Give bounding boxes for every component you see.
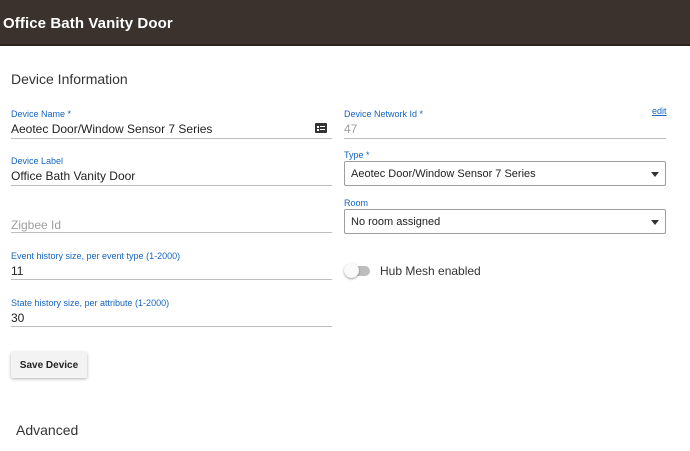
edit-link[interactable]: edit xyxy=(652,106,667,116)
event-history-label: Event history size, per event type (1-20… xyxy=(11,251,181,261)
device-name-input[interactable]: Aeotec Door/Window Sensor 7 Series xyxy=(11,122,212,136)
type-selected-value: Aeotec Door/Window Sensor 7 Series xyxy=(351,168,536,180)
hub-mesh-toggle[interactable] xyxy=(344,263,370,278)
save-device-button[interactable]: Save Device xyxy=(11,352,87,378)
device-network-id-value: 47 xyxy=(344,122,358,136)
state-history-input[interactable]: 30 xyxy=(11,311,24,325)
page-title: Office Bath Vanity Door xyxy=(3,15,173,32)
event-history-underline xyxy=(11,279,332,280)
device-label-underline xyxy=(11,185,332,186)
state-history-underline xyxy=(11,326,332,327)
toggle-knob xyxy=(344,263,359,278)
room-selected-value: No room assigned xyxy=(351,216,441,228)
device-network-id-underline xyxy=(344,138,666,139)
section-title-device-information: Device Information xyxy=(11,71,128,87)
zigbee-id-input[interactable]: Zigbee Id xyxy=(11,218,61,232)
type-select[interactable]: Aeotec Door/Window Sensor 7 Series xyxy=(344,161,666,186)
caret-down-icon xyxy=(651,220,659,225)
room-select[interactable]: No room assigned xyxy=(344,209,666,234)
room-label: Room xyxy=(344,198,369,208)
device-label-input[interactable]: Office Bath Vanity Door xyxy=(11,169,135,183)
caret-down-icon xyxy=(651,172,659,177)
card-icon[interactable] xyxy=(315,123,327,133)
device-network-id-label: Device Network Id * xyxy=(344,109,424,119)
device-name-underline xyxy=(11,138,332,139)
device-name-label: Device Name * xyxy=(11,109,72,119)
event-history-input[interactable]: 11 xyxy=(11,264,23,278)
hub-mesh-label: Hub Mesh enabled xyxy=(380,264,481,278)
zigbee-id-underline xyxy=(11,232,332,233)
device-label-label: Device Label xyxy=(11,156,64,166)
type-label: Type * xyxy=(344,150,370,160)
app-header: Office Bath Vanity Door xyxy=(0,0,690,46)
advanced-section-toggle[interactable]: Advanced xyxy=(16,422,78,438)
state-history-label: State history size, per attribute (1-200… xyxy=(11,298,170,308)
